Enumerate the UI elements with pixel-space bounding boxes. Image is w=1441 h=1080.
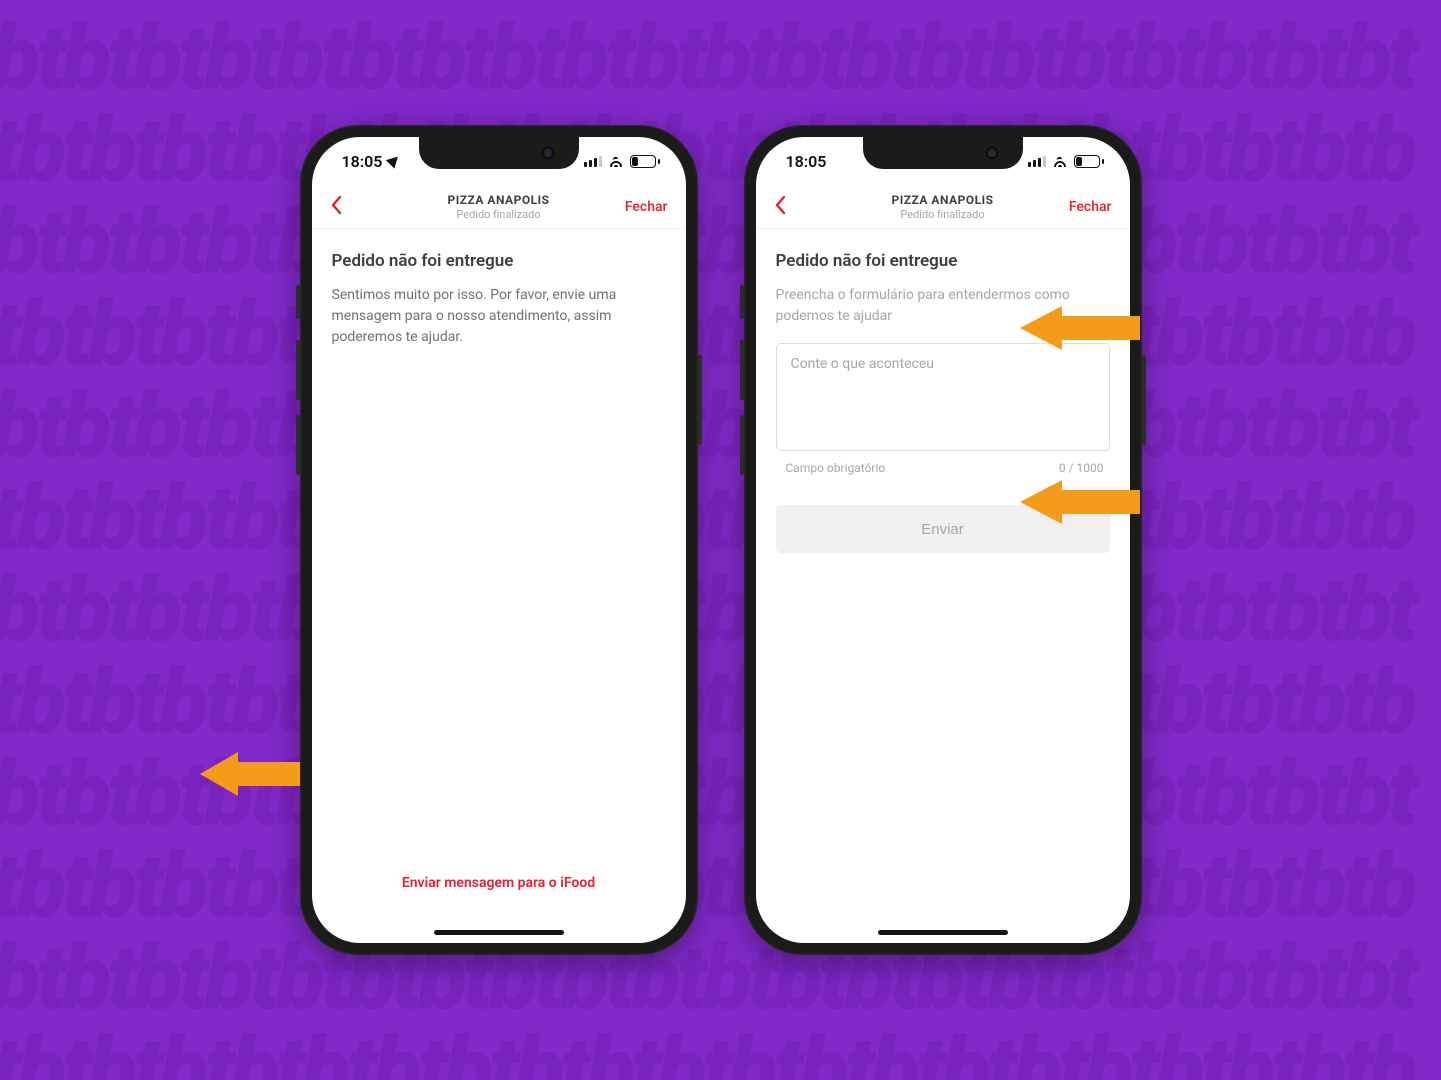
cellular-icon xyxy=(1028,155,1046,167)
home-indicator[interactable] xyxy=(878,930,1008,935)
page-heading: Pedido não foi entregue xyxy=(332,251,666,271)
front-camera-icon xyxy=(543,148,553,158)
navbar: PIZZA ANAPOLIS Pedido finalizado Fechar xyxy=(756,185,1130,229)
message-textarea[interactable] xyxy=(776,343,1110,451)
cellular-icon xyxy=(584,155,602,167)
page-body-text: Preencha o formulário para entendermos c… xyxy=(776,285,1110,327)
page-body-text: Sentimos muito por isso. Por favor, envi… xyxy=(332,285,666,348)
close-button[interactable]: Fechar xyxy=(625,199,668,215)
notch xyxy=(863,137,1023,169)
notch xyxy=(419,137,579,169)
content-left: Pedido não foi entregue Sentimos muito p… xyxy=(312,229,686,943)
wifi-icon xyxy=(608,155,624,167)
back-button[interactable] xyxy=(774,194,798,220)
home-indicator[interactable] xyxy=(434,930,564,935)
send-message-link[interactable]: Enviar mensagem para o iFood xyxy=(332,863,666,931)
back-button[interactable] xyxy=(330,194,354,220)
close-button[interactable]: Fechar xyxy=(1069,199,1112,215)
location-icon xyxy=(386,152,402,168)
battery-icon: 27 xyxy=(630,155,660,168)
chevron-left-icon xyxy=(774,195,786,215)
phone-frame-left: 18:05 27 PIZZA ANAPOLIS xyxy=(300,125,698,955)
submit-button[interactable]: Enviar xyxy=(776,505,1110,553)
screen-right: 18:05 27 PIZZA ANAPOLIS Pedido xyxy=(756,137,1130,943)
front-camera-icon xyxy=(987,148,997,158)
wifi-icon xyxy=(1052,155,1068,167)
navbar: PIZZA ANAPOLIS Pedido finalizado Fechar xyxy=(312,185,686,229)
page-heading: Pedido não foi entregue xyxy=(776,251,1110,271)
battery-percent: 27 xyxy=(1081,156,1091,166)
phone-frame-right: 18:05 27 PIZZA ANAPOLIS Pedido xyxy=(744,125,1142,955)
screen-left: 18:05 27 PIZZA ANAPOLIS xyxy=(312,137,686,943)
char-counter: 0 / 1000 xyxy=(1059,461,1104,475)
content-right: Pedido não foi entregue Preencha o formu… xyxy=(756,229,1130,943)
required-label: Campo obrigatório xyxy=(786,461,886,475)
chevron-left-icon xyxy=(330,195,342,215)
status-time: 18:05 xyxy=(786,152,827,171)
battery-percent: 27 xyxy=(637,156,647,166)
battery-icon: 27 xyxy=(1074,155,1104,168)
status-time: 18:05 xyxy=(342,152,383,171)
